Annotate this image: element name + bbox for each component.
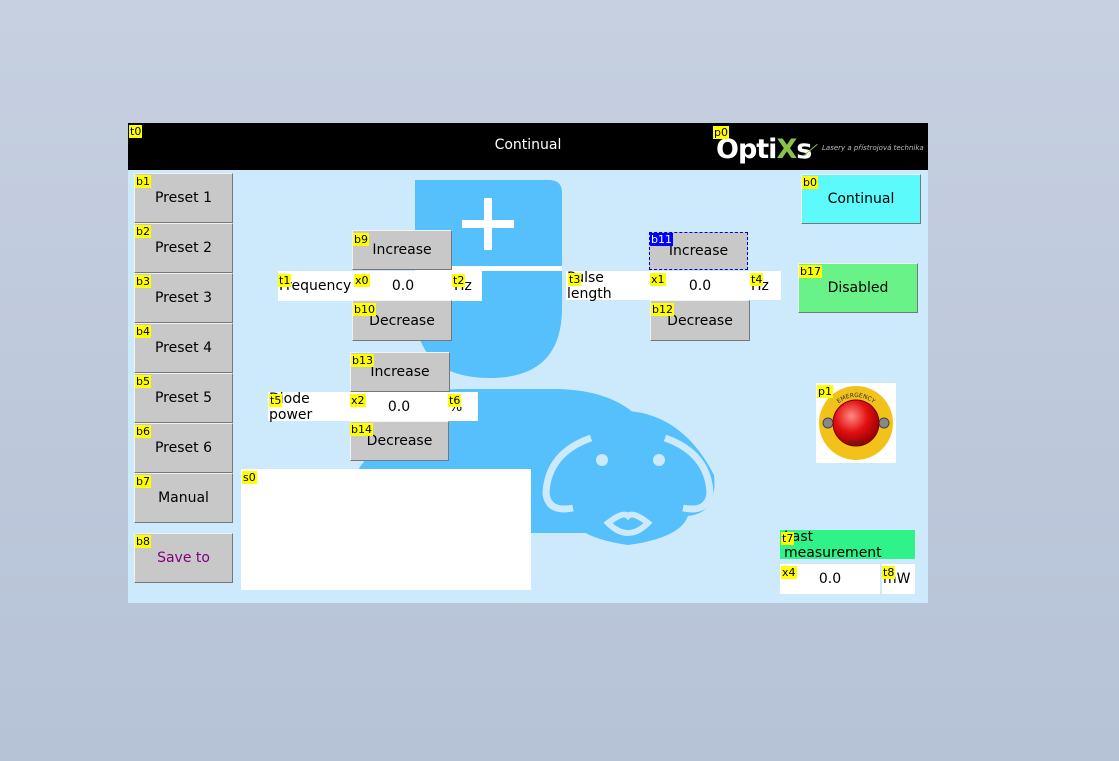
tag-x2: x2 — [350, 394, 366, 407]
tag-p1: p1 — [817, 385, 833, 398]
tag-b10: b10 — [353, 303, 376, 316]
frequency-increase-label: Increase — [372, 242, 432, 258]
save-to-label: Save to — [157, 550, 210, 566]
tag-t7: t7 — [781, 532, 795, 545]
tag-b8: b8 — [135, 535, 151, 548]
status-text-box[interactable] — [241, 469, 531, 590]
tag-t3: t3 — [568, 273, 582, 286]
tag-s0: s0 — [242, 471, 257, 484]
diode-power-decrease-label: Decrease — [366, 433, 433, 449]
pulse-length-decrease-label: Decrease — [667, 312, 733, 329]
tag-t0: t0 — [129, 125, 143, 138]
tag-p0: p0 — [713, 126, 729, 139]
tag-b12: b12 — [651, 303, 674, 316]
preset-3-label: Preset 3 — [154, 290, 212, 306]
pulse-length-increase-label: Increase — [668, 243, 729, 259]
preset-4-label: Preset 4 — [154, 340, 212, 356]
logo-word-x: X — [776, 134, 797, 165]
tag-b11: b11 — [650, 233, 673, 246]
main-panel: Continual t0 OptiXs Lasery a přístrojová… — [128, 123, 928, 603]
tag-x1: x1 — [650, 273, 666, 286]
continual-mode-label: Continual — [827, 191, 895, 207]
tag-b6: b6 — [135, 425, 151, 438]
tag-b9: b9 — [353, 233, 369, 246]
tag-t6: t6 — [448, 394, 462, 407]
tag-b13: b13 — [351, 354, 374, 367]
tag-x0: x0 — [354, 274, 370, 287]
tag-b14: b14 — [350, 423, 373, 436]
tag-t2: t2 — [452, 274, 466, 287]
tag-b3: b3 — [135, 275, 151, 288]
tag-t1: t1 — [278, 274, 292, 287]
preset-6-label: Preset 6 — [154, 440, 212, 456]
frequency-decrease-label: Decrease — [369, 312, 435, 329]
tag-b7: b7 — [135, 475, 151, 488]
manual-label: Manual — [158, 490, 209, 506]
preset-2-label: Preset 2 — [154, 240, 212, 256]
tag-b0: b0 — [802, 176, 818, 189]
tag-x4: x4 — [781, 566, 797, 579]
logo-tagline: Lasery a přístrojová technika — [822, 144, 924, 152]
tag-b1: b1 — [135, 175, 151, 188]
last-measurement-label: Last measurement — [780, 529, 915, 561]
continual-mode-button[interactable]: Continual — [801, 174, 921, 224]
preset-5-label: Preset 5 — [154, 390, 212, 406]
svg-text:STOP: STOP — [848, 439, 865, 447]
optixs-logo: OptiXs Lasery a přístrojová technika — [714, 131, 928, 165]
disabled-status-label: Disabled — [827, 280, 889, 296]
tag-b2: b2 — [135, 225, 151, 238]
estop-bottom-text: STOP — [848, 439, 865, 447]
title-bar: Continual t0 OptiXs Lasery a přístrojová… — [128, 123, 928, 170]
tag-b17: b17 — [799, 265, 822, 278]
tag-t4: t4 — [750, 273, 764, 286]
tag-t8: t8 — [882, 566, 896, 579]
tag-t5: t5 — [269, 394, 283, 407]
diode-power-increase-label: Increase — [370, 364, 430, 380]
tag-b5: b5 — [135, 375, 151, 388]
preset-1-label: Preset 1 — [154, 190, 212, 206]
tag-b4: b4 — [135, 325, 151, 338]
